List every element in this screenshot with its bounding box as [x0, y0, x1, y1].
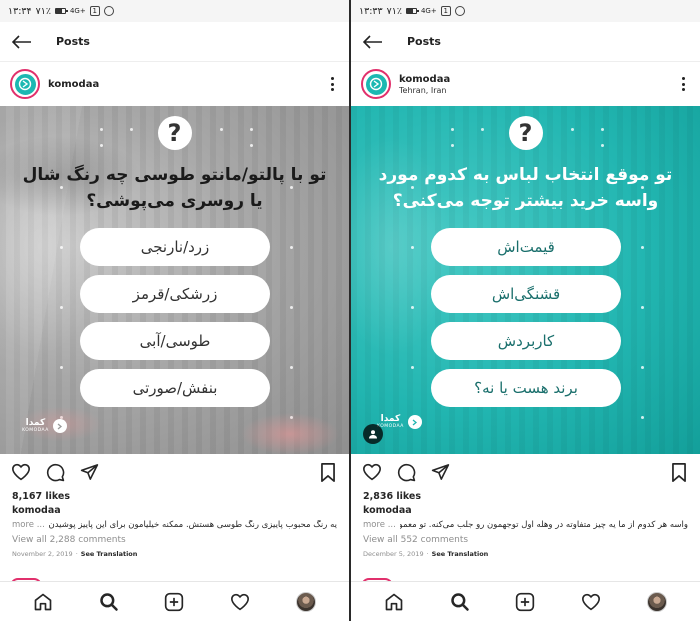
page-title: Posts	[56, 35, 90, 48]
caption: more ... واسه هر کدوم از ما یه چیز متفاو…	[351, 517, 700, 533]
status-bar: ۱۳:۳۴ ۷۱٪ 4G+ 1	[0, 0, 349, 22]
status-time: ۱۳:۳۴	[8, 5, 32, 17]
answer-option[interactable]: زرد/نارنجی	[80, 228, 270, 266]
post-location[interactable]: Tehran, Iran	[399, 86, 450, 95]
comment-icon[interactable]	[395, 461, 417, 483]
post-date: November 2, 2019	[12, 550, 73, 558]
add-post-icon[interactable]	[161, 589, 187, 615]
post-meta: November 2, 2019 · See Translation	[12, 548, 138, 560]
answer-option[interactable]: قیمت‌اش	[431, 228, 621, 266]
battery-icon	[405, 8, 419, 14]
post-question: تو با پالتو/مانتو طوسی چه رنگ شال یا روس…	[22, 165, 327, 211]
view-comments-link[interactable]: View all 2,288 comments	[0, 533, 349, 548]
komodaa-logo-icon	[18, 77, 32, 91]
post-actions	[0, 454, 349, 490]
question-mark-icon: ?	[157, 116, 192, 150]
alarm-icon	[454, 6, 465, 16]
caption-more-link[interactable]: more ...	[12, 520, 45, 530]
bookmark-icon[interactable]	[317, 461, 339, 483]
post-username[interactable]: komodaa	[399, 74, 450, 85]
search-icon[interactable]	[447, 589, 473, 615]
home-icon[interactable]	[381, 589, 407, 615]
status-time: ۱۳:۳۳	[359, 5, 383, 17]
status-bar: ۱۳:۳۳ ۷۱٪ 4G+ 1	[351, 0, 700, 22]
post-header: komodaa	[0, 62, 349, 106]
answer-option[interactable]: قشنگی‌اش	[431, 275, 621, 313]
more-options-icon[interactable]	[676, 74, 690, 94]
post-question: تو موقع انتخاب لباس به کدوم مورد واسه خر…	[378, 165, 673, 211]
network-label: 4G+	[420, 7, 437, 15]
search-icon[interactable]	[96, 589, 122, 615]
post-header: komodaa Tehran, Iran	[351, 62, 700, 106]
bookmark-icon[interactable]	[668, 461, 690, 483]
more-options-icon[interactable]	[325, 74, 339, 94]
caption-text: واسه هر کدوم از ما یه چیز متفاوته در وهل…	[399, 520, 688, 530]
see-translation-link[interactable]: See Translation	[81, 548, 138, 560]
profile-avatar-icon[interactable]	[293, 589, 319, 615]
brand-watermark: کمدا KOMODAA	[377, 414, 422, 430]
home-icon[interactable]	[30, 589, 56, 615]
brand-logo-icon	[52, 419, 67, 433]
brand-watermark: کمدا KOMODAA	[22, 418, 67, 434]
back-arrow-icon[interactable]	[361, 30, 385, 54]
bottom-navigation	[0, 581, 349, 621]
heart-icon[interactable]	[361, 461, 383, 483]
alarm-icon	[103, 6, 114, 16]
bottom-navigation	[351, 581, 700, 621]
battery-icon	[54, 8, 68, 14]
brand-name-fa: کمدا	[25, 418, 46, 428]
back-arrow-icon[interactable]	[10, 30, 34, 54]
brand-name-en: KOMODAA	[22, 428, 49, 433]
share-icon[interactable]	[78, 461, 100, 483]
post-image[interactable]: ? تو موقع انتخاب لباس به کدوم مورد واسه …	[351, 106, 700, 454]
caption-username[interactable]: komodaa	[0, 504, 349, 517]
top-bar: Posts	[351, 22, 700, 62]
avatar[interactable]	[10, 69, 40, 99]
answer-options: قیمت‌اش قشنگی‌اش کاربردش برند هست یا نه؟	[431, 228, 621, 407]
notification-icon: 1	[89, 6, 100, 16]
see-translation-link[interactable]: See Translation	[432, 548, 489, 560]
status-battery-percent: ۷۱٪	[386, 5, 402, 17]
notification-icon: 1	[440, 6, 451, 16]
phone-screen-right: ۱۳:۳۳ ۷۱٪ 4G+ 1 Posts komodaa Tehran, Ir…	[351, 0, 700, 621]
caption: more ... یه رنگ محبوب پاییزی رنگ طوسی هس…	[0, 517, 349, 533]
activity-heart-icon[interactable]	[578, 589, 604, 615]
avatar[interactable]	[361, 69, 391, 99]
post-meta: December 5, 2019 · See Translation	[363, 548, 489, 560]
activity-heart-icon[interactable]	[227, 589, 253, 615]
network-label: 4G+	[69, 7, 86, 15]
answer-option[interactable]: طوسی/آبی	[80, 322, 270, 360]
answer-option[interactable]: زرشکی/قرمز	[80, 275, 270, 313]
post-actions	[351, 454, 700, 490]
answer-option[interactable]: برند هست یا نه؟	[431, 369, 621, 407]
question-mark-icon: ?	[508, 116, 543, 150]
answer-option[interactable]: کاربردش	[431, 322, 621, 360]
top-bar: Posts	[0, 22, 349, 62]
komodaa-logo-icon	[369, 77, 383, 91]
add-post-icon[interactable]	[512, 589, 538, 615]
caption-text: یه رنگ محبوب پاییزی رنگ طوسی هستش. ممکنه…	[48, 520, 337, 530]
page-title: Posts	[407, 35, 441, 48]
view-comments-link[interactable]: View all 552 comments	[351, 533, 700, 548]
answer-options: زرد/نارنجی زرشکی/قرمز طوسی/آبی بنفش/صورت…	[80, 228, 270, 407]
post-date: December 5, 2019	[363, 550, 424, 558]
brand-logo-icon	[407, 415, 422, 429]
phone-screen-left: ۱۳:۳۴ ۷۱٪ 4G+ 1 Posts komodaa ? تو با پا…	[0, 0, 349, 621]
post-username[interactable]: komodaa	[48, 79, 99, 90]
caption-more-link[interactable]: more ...	[363, 520, 396, 530]
heart-icon[interactable]	[10, 461, 32, 483]
answer-option[interactable]: بنفش/صورتی	[80, 369, 270, 407]
likes-count[interactable]: 8,167 likes	[0, 490, 349, 504]
profile-avatar-icon[interactable]	[644, 589, 670, 615]
caption-username[interactable]: komodaa	[351, 504, 700, 517]
comment-icon[interactable]	[44, 461, 66, 483]
post-image[interactable]: ? تو با پالتو/مانتو طوسی چه رنگ شال یا ر…	[0, 106, 349, 454]
brand-name-fa: کمدا	[380, 414, 401, 424]
likes-count[interactable]: 2,836 likes	[351, 490, 700, 504]
share-icon[interactable]	[429, 461, 451, 483]
user-tag-icon[interactable]	[363, 424, 383, 444]
status-battery-percent: ۷۱٪	[35, 5, 51, 17]
